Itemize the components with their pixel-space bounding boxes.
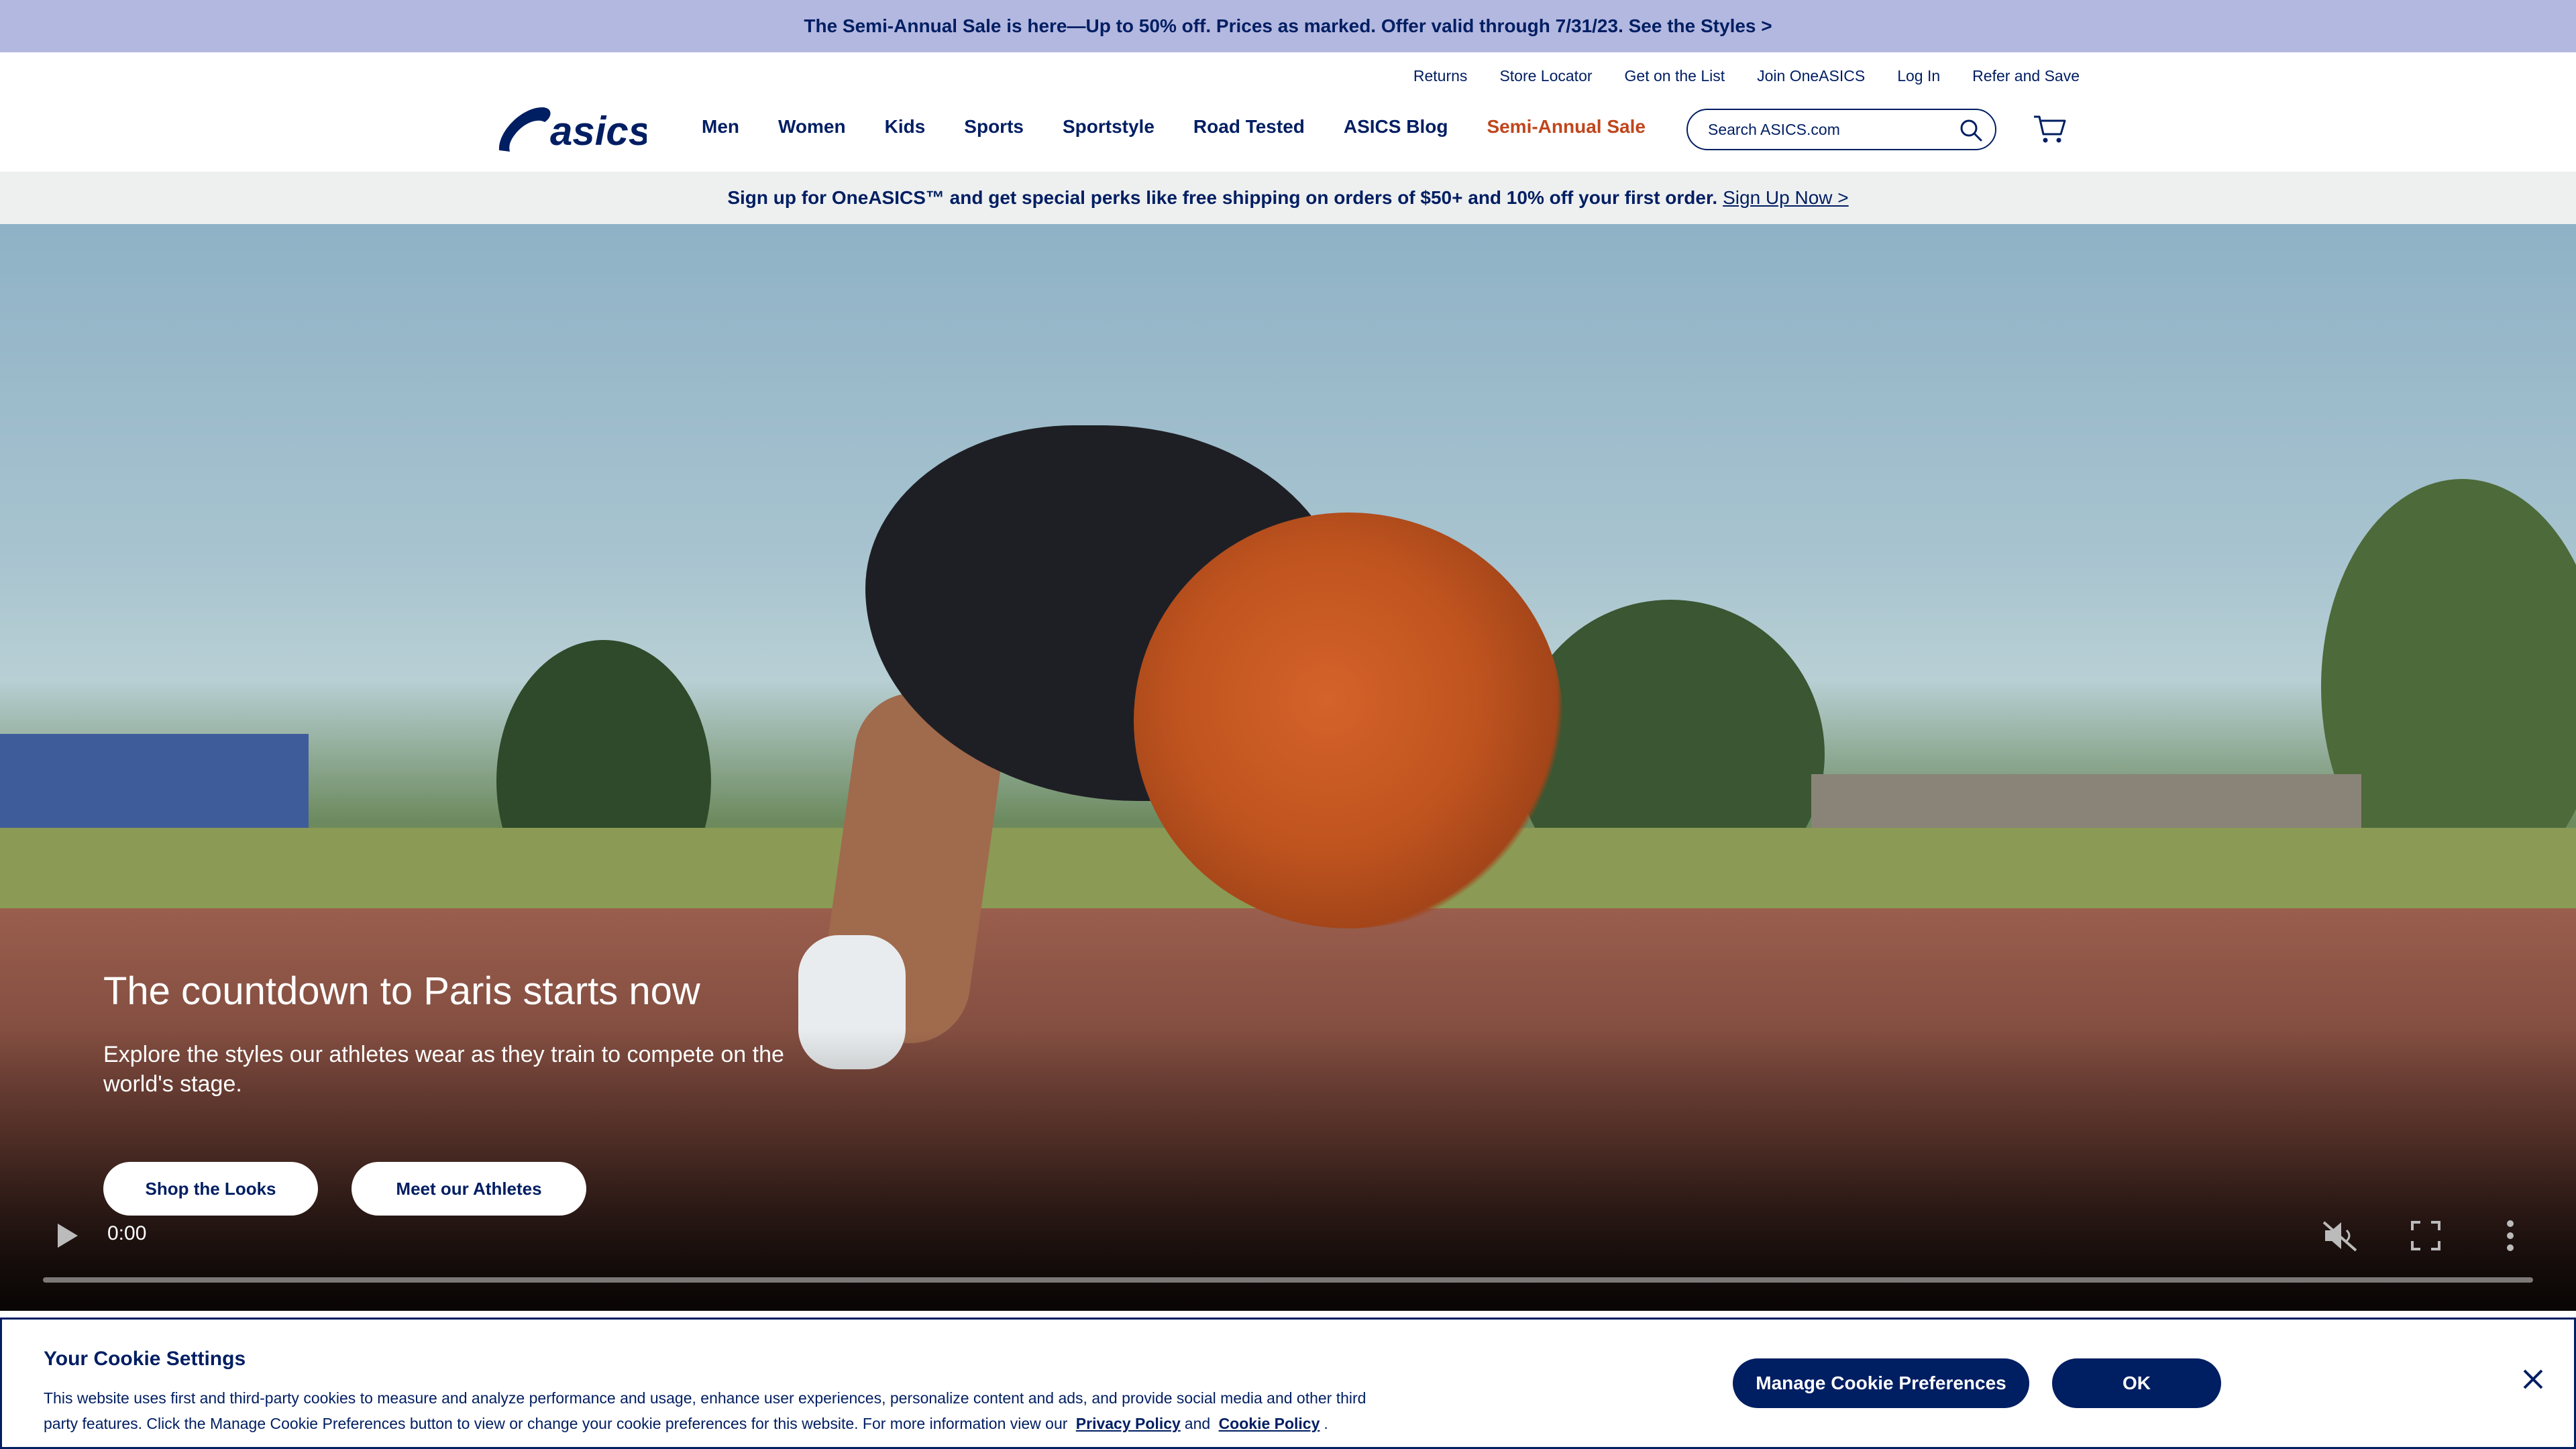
nav-women[interactable]: Women bbox=[778, 116, 846, 138]
nav-semi-annual-sale[interactable]: Semi-Annual Sale bbox=[1487, 116, 1646, 138]
signup-banner: Sign up for OneASICS™ and get special pe… bbox=[0, 172, 2576, 224]
hero-video[interactable] bbox=[0, 224, 2576, 1311]
meet-our-athletes-button[interactable]: Meet our Athletes bbox=[352, 1162, 586, 1216]
cookie-policy-link[interactable]: Cookie Policy bbox=[1219, 1415, 1320, 1432]
cookie-period: . bbox=[1324, 1415, 1328, 1432]
play-icon[interactable] bbox=[55, 1222, 79, 1249]
cookie-and: and bbox=[1184, 1415, 1211, 1432]
search-icon[interactable] bbox=[1959, 118, 1983, 142]
cookie-banner: Your Cookie Settings This website uses f… bbox=[0, 1318, 2576, 1449]
utility-nav: Returns Store Locator Get on the List Jo… bbox=[1413, 67, 2080, 85]
utility-link-refer-and-save[interactable]: Refer and Save bbox=[1972, 67, 2080, 85]
cookie-text: This website uses first and third-party … bbox=[44, 1385, 1385, 1436]
nav-asics-blog[interactable]: ASICS Blog bbox=[1344, 116, 1448, 138]
video-time: 0:00 bbox=[107, 1222, 147, 1244]
search-box[interactable] bbox=[1686, 109, 1996, 150]
utility-link-store-locator[interactable]: Store Locator bbox=[1499, 67, 1592, 85]
muted-icon[interactable] bbox=[2321, 1220, 2359, 1252]
hero-title: The countdown to Paris starts now bbox=[103, 969, 700, 1013]
nav-sports[interactable]: Sports bbox=[964, 116, 1024, 138]
cookie-ok-button[interactable]: OK bbox=[2052, 1358, 2221, 1408]
manage-cookie-preferences-button[interactable]: Manage Cookie Preferences bbox=[1733, 1358, 2029, 1408]
nav-sportstyle[interactable]: Sportstyle bbox=[1063, 116, 1155, 138]
shop-the-looks-button[interactable]: Shop the Looks bbox=[103, 1162, 318, 1216]
video-progress-bar[interactable] bbox=[43, 1277, 2533, 1283]
hero-subtitle: Explore the styles our athletes wear as … bbox=[103, 1042, 784, 1097]
fullscreen-icon[interactable] bbox=[2411, 1221, 2440, 1250]
promo-text[interactable]: The Semi-Annual Sale is here—Up to 50% o… bbox=[804, 15, 1772, 37]
utility-link-returns[interactable]: Returns bbox=[1413, 67, 1468, 85]
main-nav: Men Women Kids Sports Sportstyle Road Te… bbox=[702, 116, 1684, 138]
signup-text: Sign up for OneASICS™ and get special pe… bbox=[727, 187, 1718, 208]
close-icon[interactable] bbox=[2522, 1368, 2544, 1391]
signup-link[interactable]: Sign Up Now > bbox=[1723, 187, 1849, 209]
privacy-policy-link[interactable]: Privacy Policy bbox=[1076, 1415, 1181, 1432]
search-input[interactable] bbox=[1708, 120, 1949, 139]
nav-kids[interactable]: Kids bbox=[885, 116, 926, 138]
promo-banner[interactable]: The Semi-Annual Sale is here—Up to 50% o… bbox=[0, 0, 2576, 52]
asics-logo[interactable]: asics bbox=[495, 102, 647, 156]
logo-text: asics bbox=[550, 109, 647, 154]
utility-link-log-in[interactable]: Log In bbox=[1897, 67, 1940, 85]
nav-road-tested[interactable]: Road Tested bbox=[1193, 116, 1305, 138]
runner-hair bbox=[1134, 513, 1563, 928]
utility-link-get-on-list[interactable]: Get on the List bbox=[1625, 67, 1725, 85]
utility-link-join-oneasics[interactable]: Join OneASICS bbox=[1757, 67, 1865, 85]
site-header: Returns Store Locator Get on the List Jo… bbox=[0, 52, 2576, 172]
cookie-title: Your Cookie Settings bbox=[44, 1348, 246, 1370]
nav-men[interactable]: Men bbox=[702, 116, 739, 138]
more-options-icon[interactable] bbox=[2504, 1220, 2517, 1252]
cart-icon[interactable] bbox=[2033, 113, 2068, 145]
